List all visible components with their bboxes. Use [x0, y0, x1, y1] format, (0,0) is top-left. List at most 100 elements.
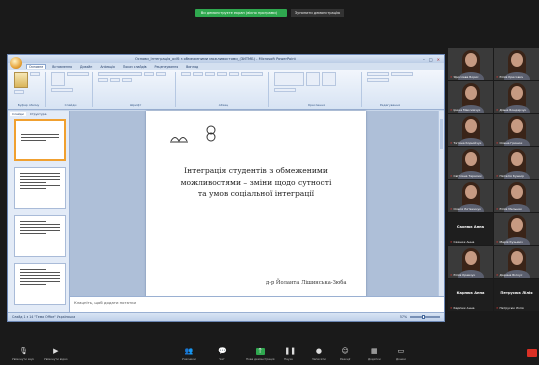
ribbon-tabs: Основне Вставлення Дизайн Анімація Показ… — [8, 63, 444, 70]
participant-tile-no-video[interactable]: Сахнюк Анна ✕Сахнюк Анна — [448, 213, 493, 245]
minimize-button[interactable]: – — [423, 57, 425, 62]
participant-tile[interactable]: ✕Олеся Литвинчук — [448, 180, 493, 212]
quick-styles-button[interactable] — [322, 72, 336, 86]
share-screen-icon: ↑ — [255, 347, 265, 355]
participant-tile[interactable]: ✕Юлія Мельник — [494, 180, 539, 212]
tab-view[interactable]: Вигляд — [184, 65, 200, 69]
participant-name: Марія Кузьмич — [499, 240, 523, 244]
participant-gallery: ✕Ярослава Борис ✕Юлія Крисович ✕Ірина Ма… — [448, 48, 539, 320]
new-share-button[interactable]: ↑ Нова демонстрація — [246, 347, 274, 362]
chat-button[interactable]: 💬 Чат — [218, 348, 227, 362]
stop-share-button[interactable]: Зупинити демонстрацію — [290, 9, 345, 17]
participant-name: Карпюк Анна — [453, 306, 475, 310]
participant-name: Тетяна Корнійчук — [453, 141, 482, 145]
pane-tabs: Слайди Структура — [8, 111, 69, 117]
participant-tile[interactable]: ✕Тетяна Корнійчук — [448, 114, 493, 146]
unmute-button[interactable]: 🎙 Увімкнути звук — [12, 348, 34, 362]
slide-thumbnail[interactable]: 2 — [14, 167, 66, 209]
participant-name: Юлія Крисович — [499, 75, 524, 79]
slide-thumbnail[interactable]: 3 — [14, 215, 66, 257]
zoom-slider[interactable] — [410, 315, 440, 319]
start-video-button[interactable]: ▶ Увімкнути відео — [44, 348, 68, 362]
ribbon-group-paragraph: Абзац — [179, 72, 269, 107]
shapes-gallery[interactable] — [274, 72, 304, 86]
align-left-button[interactable] — [205, 72, 215, 76]
tab-design[interactable]: Дизайн — [78, 65, 94, 69]
vertical-scrollbar[interactable] — [438, 111, 444, 296]
record-icon: ● — [315, 347, 322, 355]
ribbon-group-label: Шрифт — [129, 103, 142, 107]
tab-animation[interactable]: Анімація — [98, 65, 116, 69]
muted-mic-icon: ✕ — [496, 108, 499, 112]
font-color-button[interactable] — [122, 78, 132, 82]
office-button-icon[interactable] — [10, 57, 22, 69]
muted-mic-icon: ✕ — [450, 306, 453, 310]
tab-home[interactable]: Основне — [26, 64, 47, 69]
participant-tile-no-video[interactable]: Петрусюк Лілія ✕Петрусюк Лілія — [494, 279, 539, 311]
status-text: Слайд 1 з 14 "Тема Office" Українська — [12, 315, 76, 319]
close-button[interactable]: ✕ — [437, 57, 440, 62]
slide-canvas: Інтеграція студентів з обмеженими можлив… — [70, 111, 444, 312]
tab-slides[interactable]: Слайди — [10, 112, 26, 116]
participant-tile[interactable]: ✕Світлана Тарасюк — [448, 147, 493, 179]
tab-insert[interactable]: Вставлення — [50, 65, 74, 69]
cut-button[interactable] — [30, 72, 40, 76]
slide-thumbnail[interactable]: 4 — [14, 263, 66, 305]
layout-button[interactable] — [67, 72, 89, 76]
record-button[interactable]: ● Записати — [312, 347, 326, 362]
replace-button[interactable] — [391, 72, 413, 76]
slide-title[interactable]: Інтеграція студентів з обмеженими можлив… — [176, 165, 336, 200]
bold-button[interactable] — [156, 72, 166, 76]
participant-name: Петрусюк Лілія — [499, 306, 524, 310]
ribbon-group-drawing: Креслення — [272, 72, 362, 107]
participant-tile[interactable]: ✕Наталія Кушнір — [494, 147, 539, 179]
participants-button[interactable]: 👥 Учасники — [182, 348, 196, 362]
align-center-button[interactable] — [217, 72, 227, 76]
institute-logo-icon — [206, 125, 216, 142]
underline-button[interactable] — [110, 78, 120, 82]
find-button[interactable] — [367, 72, 389, 76]
participant-tile[interactable]: ✕Ярослава Борис — [448, 48, 493, 80]
muted-mic-icon: ✕ — [496, 174, 499, 178]
reactions-button[interactable]: ☺ Реакції — [340, 348, 350, 362]
participant-tile[interactable]: ✕Ірина Максимчук — [448, 81, 493, 113]
participant-tile[interactable]: ✕Діана Бондарчук — [494, 81, 539, 113]
participant-tile[interactable]: ✕Олена Гринюк — [494, 114, 539, 146]
end-meeting-button[interactable] — [527, 349, 537, 357]
slide-thumbnail[interactable]: 1 — [14, 119, 66, 161]
tab-slideshow[interactable]: Показ слайдів — [121, 65, 149, 69]
apps-button[interactable]: ▦ Додатки — [368, 348, 381, 362]
zoom-level[interactable]: 57% — [400, 315, 407, 319]
whiteboards-button[interactable]: ▭ Дошки — [396, 348, 406, 362]
reset-button[interactable] — [51, 88, 73, 92]
pause-share-button[interactable]: ❚❚ Пауза — [284, 348, 296, 362]
participant-tile-no-video[interactable]: Карпюк Анна ✕Карпюк Анна — [448, 279, 493, 311]
status-bar: Слайд 1 з 14 "Тема Office" Українська 57… — [8, 312, 444, 321]
participant-tile[interactable]: ✕Юлія Крисович — [494, 48, 539, 80]
italic-button[interactable] — [98, 78, 108, 82]
copy-button[interactable] — [14, 90, 24, 94]
participant-tile[interactable]: ✕Марія Кузьмич — [494, 213, 539, 245]
select-button[interactable] — [367, 78, 389, 82]
powerpoint-window: Основи_Інтеграція_осіб з обмеженими можл… — [7, 54, 445, 322]
font-family-select[interactable] — [98, 72, 142, 76]
participant-tile[interactable]: ✕Дарина Білоус — [494, 246, 539, 278]
font-size-select[interactable] — [144, 72, 154, 76]
current-slide[interactable]: Інтеграція студентів з обмеженими можлив… — [146, 111, 366, 301]
arrange-button[interactable] — [306, 72, 320, 86]
numbering-button[interactable] — [193, 72, 203, 76]
tab-outline[interactable]: Структура — [30, 112, 47, 116]
maximize-button[interactable]: □ — [429, 57, 433, 62]
text-direction-button[interactable] — [241, 72, 263, 76]
shape-fill-button[interactable] — [274, 88, 296, 92]
participant-tile[interactable]: ✕Юлія Кравчук — [448, 246, 493, 278]
notes-pane[interactable]: Клацніть, щоб додати нотатки — [70, 296, 444, 312]
meeting-toolbar: 🎙 Увімкнути звук ▶ Увімкнути відео 👥 Учасни… — [0, 345, 539, 365]
new-slide-icon[interactable] — [51, 72, 65, 86]
bullets-button[interactable] — [181, 72, 191, 76]
slides-pane: Слайди Структура 1 2 3 4 — [8, 111, 70, 312]
slide-author[interactable]: д-р Йоланта Лішинська-Зюбa — [266, 280, 347, 286]
paste-icon[interactable] — [14, 72, 28, 88]
align-right-button[interactable] — [229, 72, 239, 76]
tab-review[interactable]: Рецензування — [153, 65, 181, 69]
